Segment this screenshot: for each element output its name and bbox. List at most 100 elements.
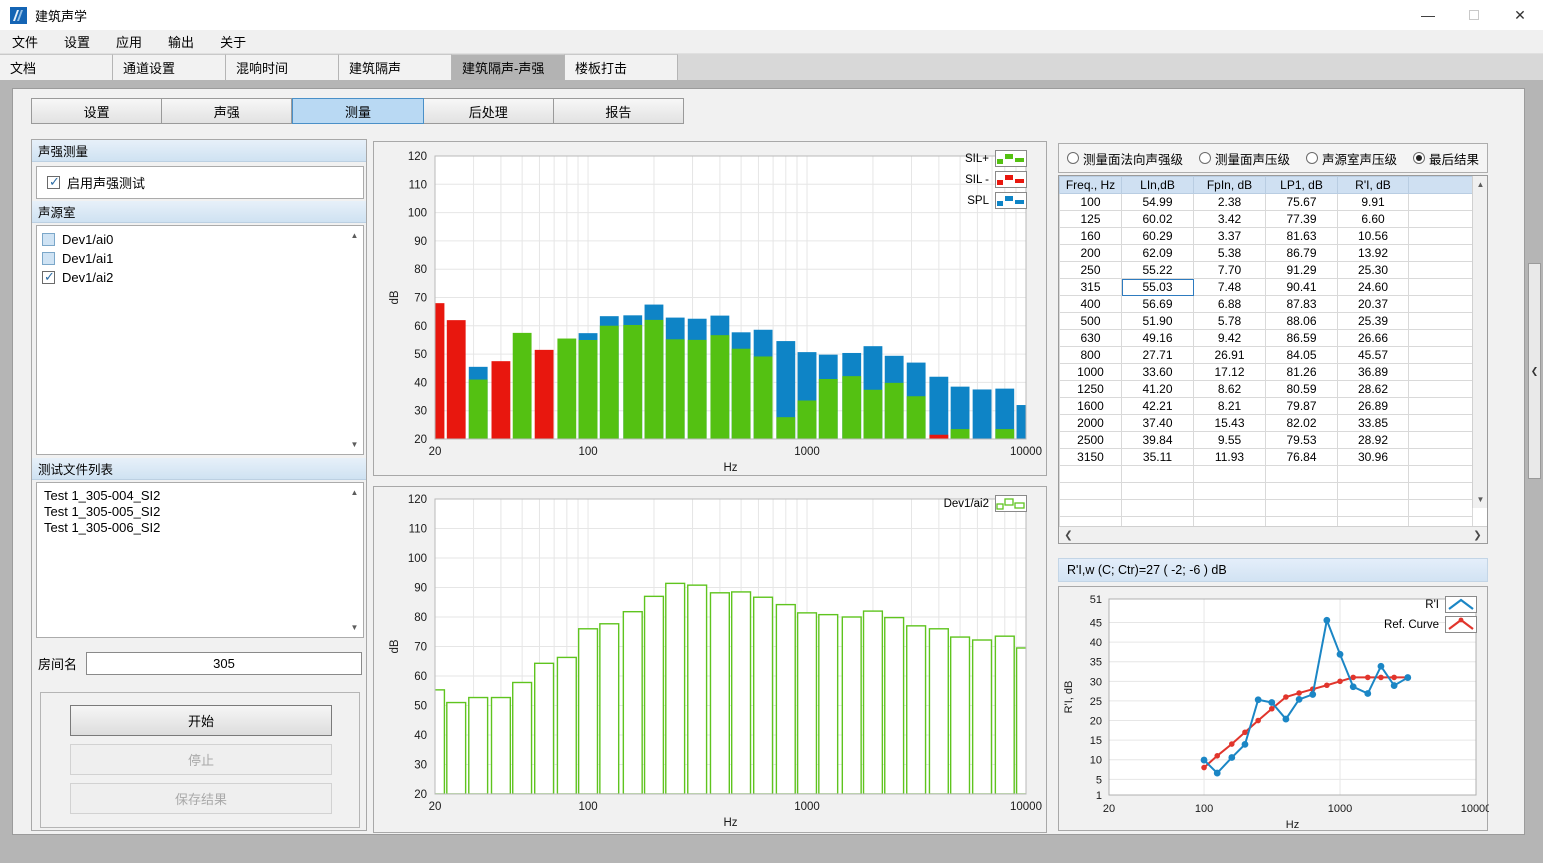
table-cell[interactable]: [1409, 347, 1473, 364]
table-cell[interactable]: 5.78: [1194, 313, 1266, 330]
table-cell[interactable]: 49.16: [1122, 330, 1194, 347]
table-cell[interactable]: [1409, 483, 1473, 500]
table-horizontal-scrollbar[interactable]: ❮ ❯: [1059, 526, 1487, 543]
table-cell[interactable]: [1194, 500, 1266, 517]
table-cell[interactable]: 87.83: [1266, 296, 1338, 313]
main-tab-2[interactable]: 通道设置: [113, 54, 226, 80]
table-cell[interactable]: 90.41: [1266, 279, 1338, 296]
table-cell[interactable]: [1122, 466, 1194, 483]
table-cell[interactable]: 10.56: [1338, 228, 1409, 245]
table-cell[interactable]: [1409, 245, 1473, 262]
menu-item-关于[interactable]: 关于: [220, 32, 246, 51]
table-header-cell[interactable]: R'I, dB: [1338, 177, 1409, 194]
table-cell[interactable]: 56.69: [1122, 296, 1194, 313]
table-cell[interactable]: 79.53: [1266, 432, 1338, 449]
table-cell[interactable]: [1194, 466, 1266, 483]
channel-checkbox-icon[interactable]: [42, 271, 55, 284]
table-cell[interactable]: 630: [1060, 330, 1122, 347]
table-cell[interactable]: 6.60: [1338, 211, 1409, 228]
table-cell[interactable]: 28.62: [1338, 381, 1409, 398]
table-cell[interactable]: [1409, 466, 1473, 483]
table-cell[interactable]: 100: [1060, 194, 1122, 211]
table-cell[interactable]: 5.38: [1194, 245, 1266, 262]
scroll-left-icon[interactable]: ❮: [1062, 529, 1075, 542]
table-cell[interactable]: 125: [1060, 211, 1122, 228]
menu-item-应用[interactable]: 应用: [116, 32, 142, 51]
table-vertical-scrollbar[interactable]: ▲ ▼: [1472, 176, 1487, 508]
main-tab-4[interactable]: 建筑隔声: [339, 54, 452, 80]
table-cell[interactable]: [1122, 483, 1194, 500]
main-tab-5[interactable]: 建筑隔声-声强: [452, 54, 565, 80]
table-cell[interactable]: 75.67: [1266, 194, 1338, 211]
table-cell[interactable]: 25.30: [1338, 262, 1409, 279]
test-file-item[interactable]: Test 1_305-004_SI2: [37, 488, 363, 504]
table-cell[interactable]: 26.89: [1338, 398, 1409, 415]
table-cell[interactable]: 1250: [1060, 381, 1122, 398]
table-cell[interactable]: 51.90: [1122, 313, 1194, 330]
table-cell[interactable]: 1600: [1060, 398, 1122, 415]
radio-option-1[interactable]: 测量面法向声强级: [1067, 149, 1183, 168]
table-cell[interactable]: [1338, 500, 1409, 517]
table-cell[interactable]: [1409, 296, 1473, 313]
radio-option-2[interactable]: 测量面声压级: [1199, 149, 1290, 168]
maximize-button[interactable]: [1451, 0, 1497, 30]
table-cell[interactable]: 6.88: [1194, 296, 1266, 313]
scroll-down-icon[interactable]: ▼: [348, 621, 361, 634]
menu-item-设置[interactable]: 设置: [64, 32, 90, 51]
table-cell[interactable]: [1194, 483, 1266, 500]
table-cell[interactable]: 81.26: [1266, 364, 1338, 381]
radio-option-3[interactable]: 声源室声压级: [1306, 149, 1397, 168]
table-cell[interactable]: [1060, 500, 1122, 517]
table-cell[interactable]: 20.37: [1338, 296, 1409, 313]
table-cell[interactable]: 86.79: [1266, 245, 1338, 262]
sub-tab-4[interactable]: 后处理: [424, 98, 554, 124]
table-cell[interactable]: 45.57: [1338, 347, 1409, 364]
channel-checkbox-icon[interactable]: [42, 233, 55, 246]
channel-item[interactable]: Dev1/ai2: [37, 268, 363, 287]
table-cell[interactable]: [1409, 313, 1473, 330]
start-button[interactable]: 开始: [70, 705, 332, 736]
table-cell[interactable]: 91.29: [1266, 262, 1338, 279]
menu-item-文件[interactable]: 文件: [12, 32, 38, 51]
table-cell[interactable]: 62.09: [1122, 245, 1194, 262]
table-cell[interactable]: [1266, 466, 1338, 483]
table-cell[interactable]: [1338, 466, 1409, 483]
table-cell[interactable]: 17.12: [1194, 364, 1266, 381]
table-cell[interactable]: 315: [1060, 279, 1122, 296]
table-cell[interactable]: 55.22: [1122, 262, 1194, 279]
table-header-cell[interactable]: [1409, 177, 1473, 194]
table-header-cell[interactable]: LIn,dB: [1122, 177, 1194, 194]
table-cell[interactable]: [1409, 279, 1473, 296]
table-cell[interactable]: [1409, 432, 1473, 449]
channel-item[interactable]: Dev1/ai1: [37, 249, 363, 268]
table-cell[interactable]: 250: [1060, 262, 1122, 279]
table-cell[interactable]: [1409, 194, 1473, 211]
scroll-right-icon[interactable]: ❯: [1471, 529, 1484, 542]
sub-tab-2[interactable]: 声强: [162, 98, 292, 124]
table-header-cell[interactable]: LP1, dB: [1266, 177, 1338, 194]
table-cell[interactable]: [1409, 415, 1473, 432]
table-cell[interactable]: 76.84: [1266, 449, 1338, 466]
table-cell[interactable]: [1338, 483, 1409, 500]
table-cell[interactable]: 400: [1060, 296, 1122, 313]
table-cell[interactable]: 3.37: [1194, 228, 1266, 245]
scroll-up-icon[interactable]: ▲: [348, 486, 361, 499]
scroll-up-icon[interactable]: ▲: [1474, 178, 1487, 191]
save-results-button[interactable]: 保存结果: [70, 783, 332, 814]
table-cell[interactable]: 77.39: [1266, 211, 1338, 228]
table-header-cell[interactable]: FpIn, dB: [1194, 177, 1266, 194]
main-tab-6[interactable]: 楼板打击: [565, 54, 678, 80]
table-cell[interactable]: 80.59: [1266, 381, 1338, 398]
table-cell[interactable]: [1409, 398, 1473, 415]
radio-icon[interactable]: [1199, 152, 1211, 164]
table-cell[interactable]: 86.59: [1266, 330, 1338, 347]
room-name-input[interactable]: [86, 652, 362, 675]
table-cell[interactable]: 33.85: [1338, 415, 1409, 432]
table-cell[interactable]: [1409, 449, 1473, 466]
table-cell[interactable]: 33.60: [1122, 364, 1194, 381]
table-cell[interactable]: 26.66: [1338, 330, 1409, 347]
table-cell[interactable]: 2.38: [1194, 194, 1266, 211]
enable-intensity-checkbox[interactable]: 启用声强测试: [36, 166, 364, 199]
table-cell[interactable]: [1266, 483, 1338, 500]
table-cell[interactable]: 7.70: [1194, 262, 1266, 279]
